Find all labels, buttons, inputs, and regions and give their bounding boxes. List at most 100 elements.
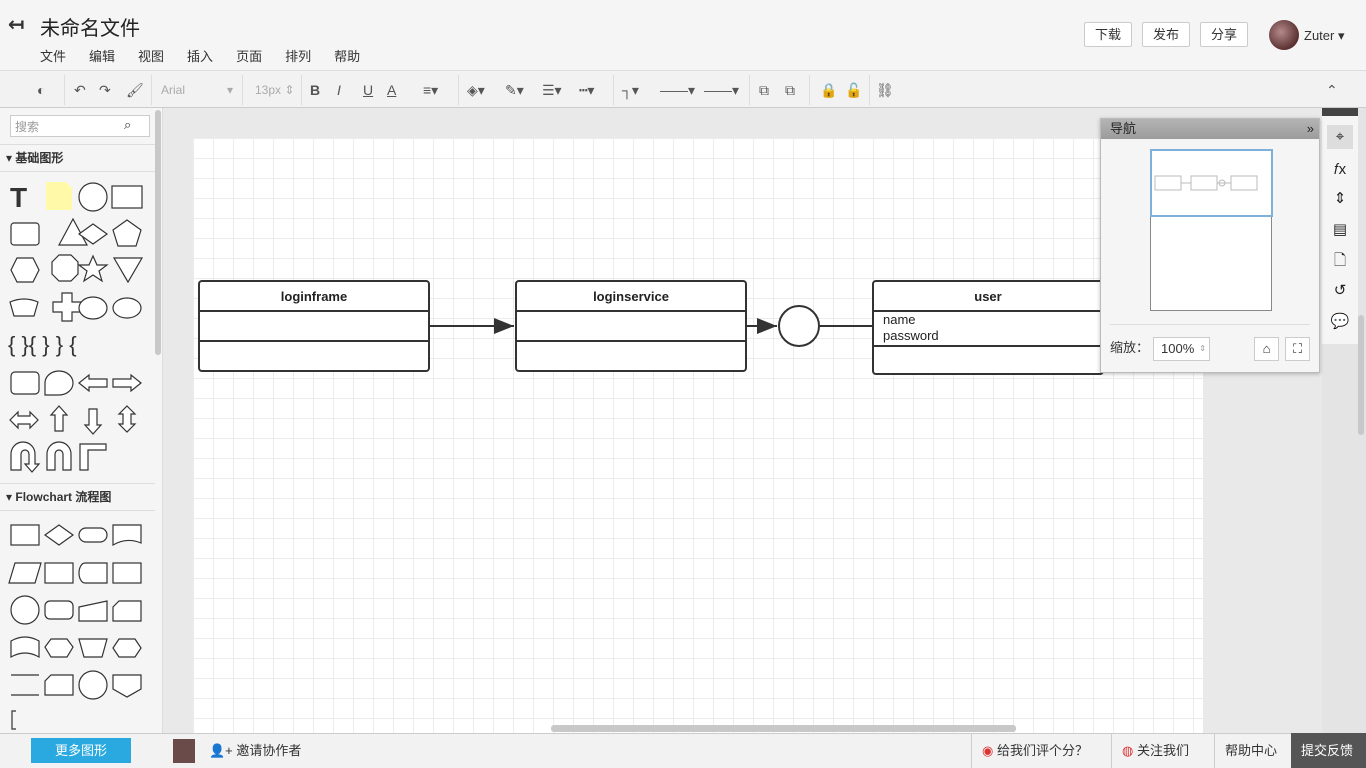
publish-button[interactable]: 发布 bbox=[1142, 22, 1190, 47]
bold-button[interactable]: B bbox=[310, 79, 320, 101]
annotation-lines-icon[interactable] bbox=[11, 674, 39, 696]
comment-icon[interactable]: 💬 bbox=[1327, 310, 1353, 334]
zoom-input[interactable]: 100% ⇕ bbox=[1153, 337, 1210, 361]
vertical-scrollbar[interactable] bbox=[1358, 315, 1364, 435]
redo-icon[interactable]: ↷ bbox=[99, 79, 111, 101]
pentagon-shape-icon[interactable] bbox=[112, 219, 142, 247]
loop-limit-icon[interactable] bbox=[44, 674, 74, 696]
line-style-icon[interactable]: ┅▾ bbox=[579, 79, 594, 101]
font-size-stepper[interactable]: 13px ⇕ bbox=[255, 79, 294, 101]
document-title[interactable]: 未命名文件 bbox=[40, 12, 140, 41]
down-arrow-shape-icon[interactable] bbox=[83, 408, 103, 435]
double-arrow-shape-icon[interactable] bbox=[9, 410, 39, 430]
circle-shape-icon[interactable] bbox=[78, 182, 108, 212]
history-icon[interactable]: ↺ bbox=[1327, 279, 1353, 303]
braces-shape-icon[interactable]: { }{ } } { bbox=[8, 332, 77, 357]
right-arrow-shape-icon[interactable] bbox=[112, 373, 142, 393]
invite-collaborator-button[interactable]: 👤+ 邀请协作者 bbox=[209, 733, 301, 768]
on-page-reference-icon[interactable] bbox=[78, 670, 108, 700]
font-family-select[interactable]: Arial ▾ bbox=[161, 79, 233, 101]
manual-input-icon[interactable] bbox=[78, 600, 108, 622]
connector-type-icon[interactable]: ┐▾ bbox=[622, 79, 639, 101]
shape-style-icon[interactable]: ◐ bbox=[37, 79, 45, 101]
interface-circle[interactable] bbox=[778, 305, 820, 347]
stored-data-icon[interactable] bbox=[78, 562, 108, 584]
menu-file[interactable]: 文件 bbox=[40, 46, 66, 65]
feedback-button[interactable]: 提交反馈 bbox=[1291, 733, 1366, 768]
download-button[interactable]: 下载 bbox=[1084, 22, 1132, 47]
left-panel-scrollbar[interactable] bbox=[155, 110, 161, 355]
line-width-icon[interactable]: ☰▾ bbox=[542, 79, 562, 101]
pages-icon[interactable]: ▤ bbox=[1327, 218, 1353, 242]
manual-operation-icon[interactable] bbox=[78, 638, 108, 658]
hexagon-shape-icon[interactable] bbox=[10, 257, 40, 283]
fit-screen-icon[interactable]: ⛶ bbox=[1285, 337, 1310, 361]
card-shape-icon[interactable] bbox=[10, 371, 40, 395]
bring-front-icon[interactable]: ⧉ bbox=[759, 79, 769, 101]
direct-data-icon[interactable] bbox=[44, 600, 74, 620]
left-arrow-shape-icon[interactable] bbox=[78, 373, 108, 393]
format-painter-icon[interactable]: 🖌 bbox=[126, 79, 144, 101]
collapse-toolbar-icon[interactable]: ⌃ bbox=[1326, 79, 1338, 101]
preparation-icon[interactable] bbox=[44, 638, 74, 658]
text-shape-icon[interactable]: T bbox=[10, 182, 27, 213]
line-color-icon[interactable]: ✎▾ bbox=[505, 79, 524, 101]
document-shape-icon[interactable] bbox=[112, 524, 142, 547]
more-shapes-button[interactable]: 更多图形 bbox=[31, 738, 131, 763]
back-arrow-icon[interactable]: ↤ bbox=[8, 12, 25, 37]
arch-shape-icon[interactable] bbox=[46, 441, 72, 471]
send-back-icon[interactable]: ⧉ bbox=[785, 79, 795, 101]
data-shape-icon[interactable] bbox=[8, 562, 42, 584]
section-flowchart[interactable]: ▾ Flowchart 流程图 bbox=[0, 483, 155, 511]
lock-icon[interactable]: 🔒 bbox=[820, 79, 837, 101]
underline-button[interactable]: U bbox=[363, 79, 373, 101]
unlock-icon[interactable]: 🔓 bbox=[845, 79, 862, 101]
star-shape-icon[interactable] bbox=[77, 254, 109, 283]
horizontal-scrollbar[interactable] bbox=[551, 725, 1016, 732]
internal-storage-icon[interactable] bbox=[112, 562, 142, 584]
teardrop-shape-icon[interactable] bbox=[44, 370, 74, 396]
navigator-viewport[interactable] bbox=[1150, 149, 1273, 217]
help-center-link[interactable]: 帮助中心 bbox=[1214, 733, 1291, 768]
search-icon[interactable]: ⌕ bbox=[124, 117, 131, 133]
rectangle-shape-icon[interactable] bbox=[111, 185, 143, 209]
note-shape-icon[interactable] bbox=[46, 182, 72, 210]
page-size-icon[interactable]: ⇕ bbox=[1327, 187, 1353, 211]
trapezoid-curve-shape-icon[interactable] bbox=[9, 298, 39, 317]
fill-color-icon[interactable]: ◈▾ bbox=[467, 79, 485, 101]
align-icon[interactable]: ≡▾ bbox=[423, 79, 438, 101]
corner-shape-icon[interactable] bbox=[79, 443, 107, 471]
octagon-shape-icon[interactable] bbox=[51, 254, 79, 282]
section-basic-shapes[interactable]: ▾ 基础图形 bbox=[0, 144, 155, 172]
menu-edit[interactable]: 编辑 bbox=[89, 46, 115, 65]
u-turn-arrow-icon[interactable] bbox=[10, 441, 41, 473]
menu-help[interactable]: 帮助 bbox=[334, 46, 360, 65]
menu-page[interactable]: 页面 bbox=[236, 46, 262, 65]
rate-us-link[interactable]: ◉ 给我们评个分？ bbox=[971, 733, 1111, 768]
annotation-bracket-icon[interactable] bbox=[11, 710, 16, 730]
menu-arrange[interactable]: 排列 bbox=[285, 46, 311, 65]
link-icon[interactable]: ⛓ bbox=[876, 79, 894, 101]
menu-view[interactable]: 视图 bbox=[138, 46, 164, 65]
line-end-icon[interactable]: ——▾ bbox=[704, 79, 739, 101]
cross-shape-icon[interactable] bbox=[52, 292, 82, 322]
predefined-process-icon[interactable] bbox=[44, 562, 74, 584]
share-button[interactable]: 分享 bbox=[1200, 22, 1248, 47]
ellipse-shape-icon[interactable] bbox=[112, 297, 142, 319]
decision-shape-icon[interactable] bbox=[43, 524, 75, 546]
tape-shape-icon[interactable] bbox=[10, 636, 40, 659]
funnel-shape-icon[interactable] bbox=[112, 257, 144, 284]
line-start-icon[interactable]: ——▾ bbox=[660, 79, 695, 101]
cloud-shape-icon[interactable] bbox=[78, 296, 108, 320]
undo-icon[interactable]: ↶ bbox=[74, 79, 86, 101]
process-shape-icon[interactable] bbox=[10, 524, 40, 546]
connector-shape-icon[interactable] bbox=[10, 595, 40, 625]
presentation-icon[interactable]: ⌂ bbox=[1254, 337, 1279, 361]
display-shape-icon[interactable] bbox=[112, 638, 142, 658]
card-flow-icon[interactable] bbox=[112, 600, 142, 622]
up-arrow-shape-icon[interactable] bbox=[49, 405, 69, 432]
off-page-reference-icon[interactable] bbox=[112, 674, 142, 698]
collapse-navigator-icon[interactable]: » bbox=[1307, 119, 1314, 139]
user-menu[interactable]: Zuter ▾ bbox=[1304, 28, 1344, 44]
avatar[interactable] bbox=[1269, 20, 1299, 50]
